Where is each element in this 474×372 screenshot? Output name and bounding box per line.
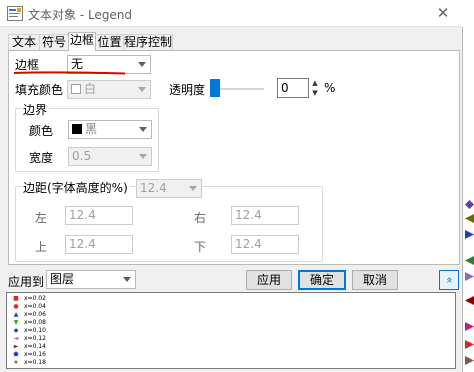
chevron-down-icon [139,127,147,132]
spin-up-icon[interactable]: ▲ [310,78,320,88]
triangle-right-marker-icon [465,230,474,239]
edge-group-title: 边界 [21,101,50,118]
expand-button[interactable]: » [439,270,459,290]
legend-preview: ■ x=0.02 ● x=0.04 ▲ x=0.06 ▼ x=0.08 ◆ x=… [6,292,456,369]
transparency-spinner[interactable]: ▲ ▼ [310,78,320,98]
square-marker-icon: ■ [13,295,19,302]
triangle-right-marker-icon [465,356,474,365]
fill-color-select[interactable]: 白 [67,80,151,99]
triangle-right-marker-icon [465,322,474,331]
ok-button[interactable]: 确定 [298,270,346,290]
transparency-unit: % [324,81,336,95]
close-button[interactable]: ✕ [431,3,455,23]
edge-width-select[interactable]: 0.5 [68,147,152,166]
margin-all-select[interactable]: 12.4 [136,179,202,198]
transparency-slider-track[interactable] [220,88,264,90]
legend-item-label: x=0.04 [24,303,46,310]
edge-color-swatch [72,124,82,134]
margin-bottom-field[interactable]: 12.4 [231,235,299,254]
edge-color-label: 颜色 [29,124,54,138]
spin-down-icon[interactable]: ▼ [310,88,320,98]
tab-label: 程序控制 [124,35,173,49]
triangle-down-marker-icon: ▼ [13,319,19,326]
margin-all-value: 12.4 [140,181,167,195]
apply-to-label: 应用到 [8,275,45,289]
triangle-right-marker-icon: ► [13,343,19,350]
margin-left-field[interactable]: 12.4 [65,206,133,225]
edge-color-value: 黑 [85,122,98,136]
title-bar[interactable]: 文本对象 - Legend ✕ [0,0,463,27]
margin-top-field[interactable]: 12.4 [65,235,133,254]
legend-item-label: x=0.12 [24,335,46,342]
diamond-marker-icon [465,200,474,209]
close-icon: ✕ [436,4,450,22]
edge-group: 边界 颜色 黑 宽度 0.5 [15,101,159,172]
apply-to-select[interactable]: 图层 [46,270,136,289]
tab-label: 符号 [41,35,66,49]
transparency-label: 透明度 [169,83,206,97]
apply-button[interactable]: 应用 [246,270,292,290]
legend-item-label: x=0.16 [24,351,46,358]
chevron-down-icon [138,87,146,92]
margin-group-title: 边距(字体高度的%) [21,179,130,196]
tab-label: 边框 [69,33,94,47]
fill-color-value: 白 [84,82,97,96]
legend-item-label: x=0.06 [24,311,46,318]
edge-width-value: 0.5 [72,149,92,163]
apply-to-value: 图层 [50,272,75,286]
legend-item-label: x=0.10 [24,327,46,334]
margin-group: 边距(字体高度的%) 12.4 左 12.4 右 12.4 上 12.4 下 1… [15,179,323,262]
tab-symbol[interactable]: 符号 [39,34,69,50]
double-chevron-icon: » [441,276,455,284]
triangle-right-marker-icon [465,340,474,349]
pentagon-marker-icon: ⬟ [13,351,19,358]
diamond-marker-icon: ◆ [13,327,19,334]
triangle-left-marker-icon: ◄ [13,335,19,342]
edge-color-select[interactable]: 黑 [68,120,152,139]
chevron-down-icon [139,154,147,159]
fill-color-label: 填充颜色 [15,83,64,97]
chevron-down-icon [123,277,131,282]
triangle-left-marker-icon [465,214,474,223]
tab-program-control[interactable]: 程序控制 [123,34,173,50]
triangle-left-marker-icon [465,296,474,305]
border-tab-panel: 边框 无 填充颜色 白 透明度 0 ▲ ▼ % 边界 颜色 黑 宽度 0.5 边… [8,50,460,265]
margin-top-label: 上 [35,240,48,254]
triangle-right-marker-icon [465,272,474,281]
tab-border[interactable]: 边框 [68,32,96,51]
legend-item-label: x=0.18 [24,359,46,366]
margin-right-field[interactable]: 12.4 [231,206,299,225]
window-title: 文本对象 - Legend [28,8,133,22]
circle-marker-icon: ● [13,303,19,310]
fill-color-swatch [71,84,81,94]
tab-text[interactable]: 文本 [8,34,40,50]
tab-label: 文本 [11,35,36,49]
tab-position[interactable]: 位置 [95,34,124,50]
triangle-left-marker-icon [465,256,474,265]
legend-item-label: x=0.08 [24,319,46,326]
chevron-down-icon [138,62,146,67]
transparency-slider-thumb[interactable] [210,79,220,97]
legend-item-label: x=0.02 [24,295,46,302]
chevron-down-icon [189,186,197,191]
transparency-input[interactable]: 0 [277,78,309,98]
triangle-up-marker-icon: ▲ [13,311,19,318]
tab-label: 位置 [97,35,122,49]
margin-bottom-label: 下 [194,240,207,254]
margin-left-label: 左 [35,211,48,225]
text-object-dialog: 文本对象 - Legend ✕ 文本 符号 边框 位置 程序控制 边框 无 填充… [0,0,463,372]
star-marker-icon: ★ [13,359,19,366]
annotation-underline [13,71,126,75]
legend-item-label: x=0.14 [24,343,46,350]
edge-width-label: 宽度 [29,151,54,165]
margin-right-label: 右 [194,211,207,225]
dialog-app-icon [7,6,23,21]
cancel-button[interactable]: 取消 [352,270,398,290]
